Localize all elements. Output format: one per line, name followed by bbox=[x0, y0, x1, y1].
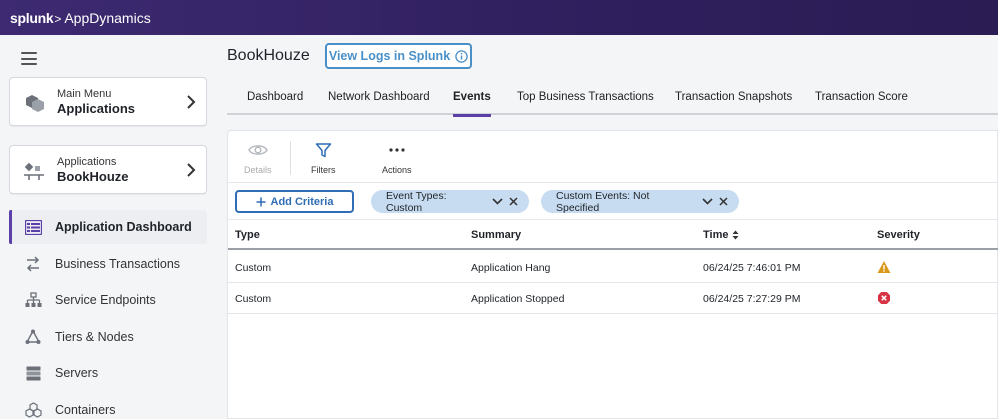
sidebar-item-label: Tiers & Nodes bbox=[55, 330, 134, 344]
main-menu-label: Main Menu bbox=[57, 88, 112, 100]
eye-icon bbox=[247, 141, 268, 159]
application-card-value: BookHouze bbox=[57, 169, 129, 184]
cell-summary: Application Stopped bbox=[471, 293, 565, 305]
servers-icon bbox=[24, 364, 42, 382]
sidebar-item-label: Business Transactions bbox=[55, 257, 181, 271]
column-header-type[interactable]: Type bbox=[235, 229, 260, 241]
table-header: Type Summary Time Severity bbox=[228, 220, 998, 250]
hamburger-menu-icon[interactable] bbox=[21, 52, 37, 65]
column-header-severity[interactable]: Severity bbox=[877, 229, 920, 241]
page-title: BookHouze bbox=[227, 47, 310, 64]
sidebar: Main Menu Applications Applications Book… bbox=[0, 35, 216, 419]
brand-logo[interactable]: splunk> AppDynamics bbox=[10, 10, 151, 26]
close-icon[interactable] bbox=[509, 197, 519, 207]
sidebar-item-label: Application Dashboard bbox=[55, 220, 192, 234]
tiers-nodes-icon bbox=[24, 328, 42, 346]
top-bar: splunk> AppDynamics bbox=[0, 0, 998, 35]
filters-button[interactable]: Filters bbox=[311, 141, 336, 175]
column-header-label: Summary bbox=[471, 229, 522, 241]
main-menu-card[interactable]: Main Menu Applications bbox=[9, 77, 207, 126]
tab-transaction-score[interactable]: Transaction Score bbox=[815, 78, 908, 115]
cubes-icon bbox=[26, 95, 44, 112]
sidebar-item-containers[interactable]: Containers bbox=[9, 393, 207, 419]
sidebar-item-label: Servers bbox=[55, 366, 99, 380]
business-transactions-icon bbox=[24, 255, 42, 273]
application-card[interactable]: Applications BookHouze bbox=[9, 145, 207, 194]
sidebar-item-service-endpoints[interactable]: Service Endpoints bbox=[9, 283, 207, 317]
criteria-row: Add Criteria Event Types: Custom Custom … bbox=[228, 183, 998, 220]
chevron-right-icon bbox=[187, 163, 196, 177]
view-logs-label: View Logs in Splunk bbox=[328, 49, 451, 63]
filter-chip-label: Custom Events: Not Specified bbox=[556, 189, 650, 214]
tab-top-business-transactions[interactable]: Top Business Transactions bbox=[517, 78, 654, 115]
column-header-label: Time bbox=[703, 229, 729, 241]
info-icon bbox=[455, 49, 468, 63]
cell-time: 06/24/25 7:27:29 PM bbox=[703, 293, 801, 305]
sidebar-item-business-transactions[interactable]: Business Transactions bbox=[9, 247, 207, 281]
filter-chip-custom-events[interactable]: Custom Events: Not Specified bbox=[541, 189, 739, 214]
add-criteria-label: Add Criteria bbox=[270, 195, 334, 208]
main-menu-value: Applications bbox=[57, 101, 136, 116]
brand-splunk: splunk bbox=[10, 9, 54, 26]
actions-label: Actions bbox=[382, 165, 412, 175]
table-row[interactable]: Custom Application Hang 06/24/25 7:46:01… bbox=[228, 252, 998, 283]
column-header-summary[interactable]: Summary bbox=[471, 229, 521, 241]
toolbar-divider bbox=[290, 141, 291, 175]
table-row[interactable]: Custom Application Stopped 06/24/25 7:27… bbox=[228, 283, 998, 314]
sort-icon bbox=[732, 230, 739, 240]
dashboard-icon bbox=[24, 218, 42, 236]
application-icon bbox=[24, 162, 44, 180]
events-panel: Details Filters Actions Add Criteria Eve… bbox=[227, 130, 998, 419]
actions-button[interactable]: Actions bbox=[382, 141, 412, 175]
plus-icon bbox=[256, 197, 266, 206]
column-header-label: Severity bbox=[877, 229, 920, 241]
error-icon bbox=[878, 292, 890, 304]
sidebar-item-label: Containers bbox=[55, 403, 116, 417]
events-toolbar: Details Filters Actions bbox=[228, 131, 998, 183]
sidebar-item-tiers-nodes[interactable]: Tiers & Nodes bbox=[9, 320, 207, 354]
add-criteria-button[interactable]: Add Criteria bbox=[235, 190, 354, 213]
brand-app: AppDynamics bbox=[64, 9, 151, 26]
warning-icon bbox=[877, 261, 891, 273]
filter-icon bbox=[313, 141, 333, 159]
tab-events[interactable]: Events bbox=[453, 78, 491, 117]
tab-dashboard[interactable]: Dashboard bbox=[247, 78, 303, 115]
filter-chip-label: Event Types: Custom bbox=[386, 189, 447, 214]
cell-type: Custom bbox=[235, 293, 272, 305]
application-card-label: Applications bbox=[57, 156, 117, 168]
tab-bar: Dashboard Network Dashboard Events Top B… bbox=[227, 78, 998, 117]
cell-type: Custom bbox=[235, 262, 272, 274]
filters-label: Filters bbox=[311, 165, 336, 175]
details-button[interactable]: Details bbox=[244, 141, 272, 175]
cell-time: 06/24/25 7:46:01 PM bbox=[703, 262, 801, 274]
cell-summary: Application Hang bbox=[471, 262, 551, 274]
view-logs-in-splunk-button[interactable]: View Logs in Splunk bbox=[325, 43, 472, 69]
details-label: Details bbox=[244, 165, 272, 175]
column-header-label: Type bbox=[235, 229, 260, 241]
tab-network-dashboard[interactable]: Network Dashboard bbox=[328, 78, 430, 115]
close-icon[interactable] bbox=[719, 197, 729, 207]
more-horizontal-icon bbox=[387, 141, 407, 159]
filter-chip-event-types[interactable]: Event Types: Custom bbox=[371, 189, 529, 214]
brand-chevron: > bbox=[54, 11, 62, 26]
chevron-down-icon[interactable] bbox=[702, 196, 714, 208]
sidebar-item-label: Service Endpoints bbox=[55, 293, 156, 307]
chevron-down-icon[interactable] bbox=[492, 196, 504, 208]
column-header-time[interactable]: Time bbox=[703, 229, 739, 241]
chevron-right-icon bbox=[187, 95, 196, 109]
service-endpoints-icon bbox=[24, 291, 42, 309]
sidebar-item-servers[interactable]: Servers bbox=[9, 356, 207, 390]
tab-transaction-snapshots[interactable]: Transaction Snapshots bbox=[675, 78, 792, 115]
sidebar-item-application-dashboard[interactable]: Application Dashboard bbox=[9, 210, 207, 244]
containers-icon bbox=[24, 401, 42, 419]
